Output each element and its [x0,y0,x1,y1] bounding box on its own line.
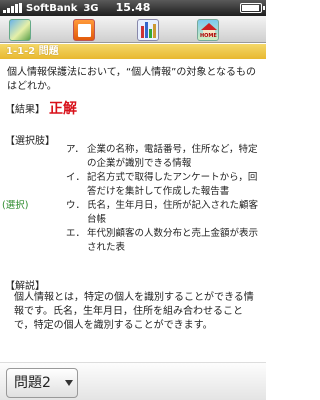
chevron-down-icon [65,380,73,386]
clock: 15.48 [115,1,151,14]
explanation-text: 個人情報とは，特定の個人を識別することができる情報です。氏名，生年月日，住所を組… [14,292,254,331]
toolbar: HOME [0,16,266,43]
choice-text: 年代別顧客の人数分布と売上金額が表示された表 [87,228,259,253]
status-bar: SoftBank 3G 15.48 [0,0,266,16]
home-icon[interactable]: HOME [197,19,219,41]
home-label: HOME [200,33,217,39]
choice-text: 記名方式で取得したアンケートから，回答だけを集計して作成した報告書 [87,172,258,197]
choice-letter: ア． [66,144,85,155]
battery-icon [240,3,265,13]
book-icon[interactable] [73,19,95,41]
bottom-bar: 問題2 [0,362,266,400]
choice-letter: エ． [66,228,86,239]
choice-letter: ウ． [66,200,86,211]
picker-value: 問題2 [14,375,51,391]
choice-mark: (選択) [2,200,29,211]
choices-header: 【選択肢】 [5,136,55,147]
question-text: 個人情報保護法において，“個人情報”の対象となるものはどれか。 [7,67,257,92]
choice-text: 企業の名称，電話番号，住所など，特定の企業が識別できる情報 [87,144,258,169]
page-title: 1-1-2 問題 [0,44,266,59]
result: 【結果】 正解 [5,98,77,118]
explanation-header: 【解説】 [5,281,45,292]
landscape-icon[interactable] [9,19,31,41]
chart-icon[interactable] [137,19,159,41]
choice-letter: イ． [66,172,86,183]
result-label: 【結果】 [5,104,45,116]
result-answer: 正解 [49,101,77,117]
choice-text: 氏名，生年月日，住所が記入された顧客台帳 [87,200,259,225]
question-picker[interactable]: 問題2 [6,368,78,398]
